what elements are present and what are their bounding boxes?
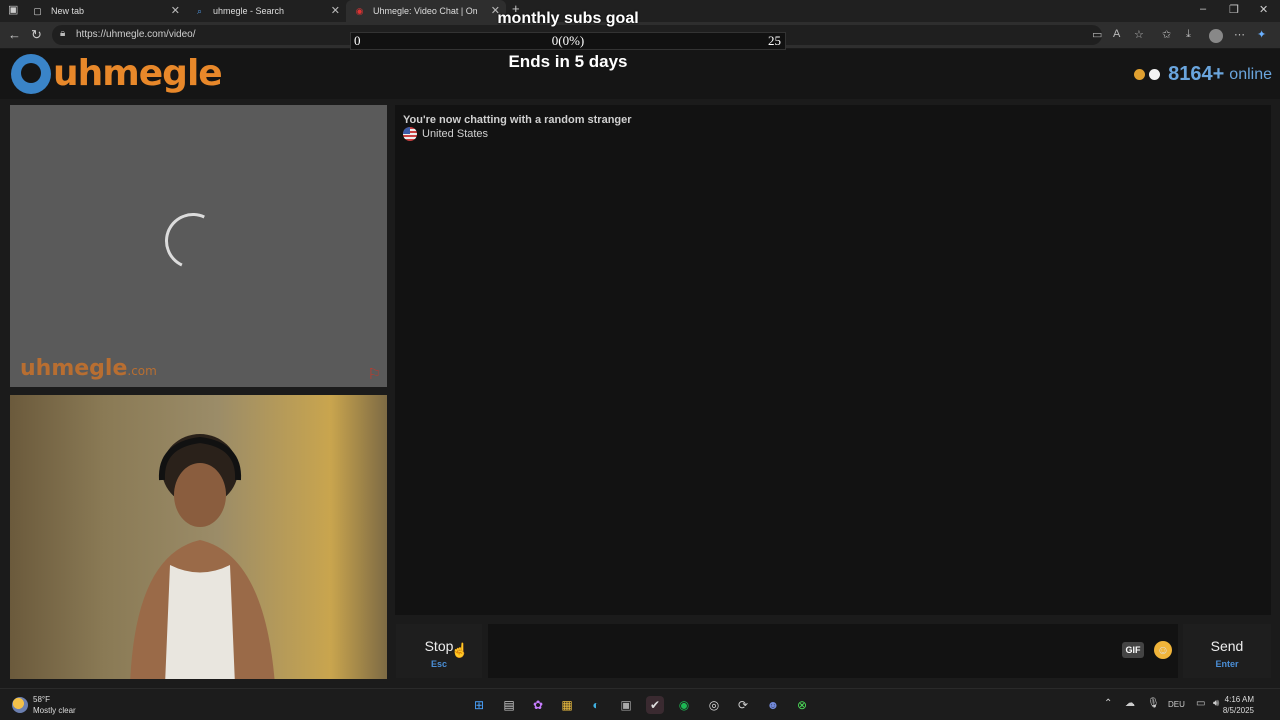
gif-button[interactable]: GIF	[1122, 642, 1144, 658]
tab-title: New tab	[51, 6, 85, 16]
send-shortcut: Enter	[1215, 659, 1239, 669]
stranger-country: United States	[403, 127, 488, 141]
obs-icon[interactable]: ◎	[705, 696, 723, 714]
spotify-icon[interactable]: ◉	[675, 696, 693, 714]
country-name: United States	[422, 128, 489, 140]
online-count: 8164+	[1168, 63, 1225, 85]
logo-icon	[11, 53, 51, 94]
stop-shortcut: Esc	[430, 659, 447, 669]
report-flag-icon[interactable]: ⚐	[368, 365, 381, 383]
tray-expand-icon[interactable]: ⌃	[1104, 698, 1112, 709]
recorder-icon[interactable]: ⟳	[734, 696, 752, 714]
tab-search[interactable]: ⌕ uhmegle - Search ✕	[186, 0, 346, 22]
stranger-video: uhmegle.com ⚐	[10, 105, 387, 387]
terminal-icon[interactable]: ▣	[617, 696, 635, 714]
streaming-app-icon[interactable]: ✔	[646, 696, 664, 714]
store-icon[interactable]: ▦	[558, 696, 576, 714]
clock-date: 8/5/2025	[1222, 706, 1254, 715]
start-icon[interactable]: ⊞	[470, 696, 488, 714]
send-button[interactable]: Send Enter	[1183, 624, 1271, 678]
copilot-icon[interactable]: ✦	[1257, 28, 1266, 41]
watermark-tld: .com	[127, 364, 157, 378]
profile-avatar[interactable]	[1209, 29, 1223, 43]
window-close-icon[interactable]: ✕	[1259, 3, 1268, 16]
message-input[interactable]: GIF ☺	[488, 624, 1178, 678]
stop-label: Stop	[424, 638, 454, 654]
tab-title: Uhmegle: Video Chat | Omeg	[373, 6, 477, 16]
xbox-icon[interactable]: ⊗	[793, 696, 811, 714]
subs-goal-min: 0	[354, 33, 361, 48]
send-label: Send	[1210, 638, 1244, 654]
system-clock[interactable]: 4:16 AM 8/5/2025	[1223, 694, 1254, 716]
tab-title: uhmegle - Search	[213, 6, 285, 16]
back-icon[interactable]: ←	[8, 27, 21, 42]
discord-icon[interactable]: ☻	[764, 696, 782, 714]
online-counter: 8164+ online	[1134, 63, 1272, 86]
emoji-icon[interactable]: ☺	[1154, 641, 1172, 659]
weather-widget[interactable]: 58°F Mostly clear	[12, 694, 76, 716]
tab-new-tab[interactable]: ▢ New tab ✕	[24, 0, 186, 22]
weather-icon	[12, 697, 28, 713]
subs-goal-ends: Ends in 5 days	[508, 52, 628, 71]
subs-goal-current: 0(0%)	[551, 33, 585, 48]
weather-text: 58°F Mostly clear	[33, 694, 76, 716]
us-flag-icon	[403, 127, 417, 141]
webcam-person-image	[130, 434, 275, 679]
video-watermark: uhmegle.com	[20, 356, 157, 381]
cloud-icon[interactable]: ☁	[1125, 698, 1135, 709]
microphone-icon[interactable]: 🎙︎	[1147, 698, 1160, 709]
volume-icon[interactable]: 🔊︎	[1213, 698, 1219, 709]
site-logo[interactable]: uhmegle	[11, 53, 223, 94]
edge-icon[interactable]: ◐	[587, 696, 605, 714]
restore-icon[interactable]: ❐	[1229, 3, 1239, 16]
search-icon: ⌕	[196, 5, 203, 16]
record-icon: ◉	[355, 5, 364, 16]
copilot-taskbar-icon[interactable]: ✿	[529, 696, 547, 714]
url-text: https://uhmegle.com/video/	[76, 29, 196, 40]
new-tab-icon: ▢	[33, 5, 42, 16]
more-menu-icon[interactable]: ⋯	[1234, 28, 1245, 41]
network-icon[interactable]: ▭	[1196, 698, 1205, 709]
subs-goal-max: 25	[768, 33, 781, 48]
favorites-icon[interactable]: ✩	[1162, 28, 1171, 41]
weather-temperature: 58°F	[33, 695, 50, 704]
watermark-main: uhmegle	[20, 356, 128, 381]
logo-text: uhmegle	[53, 53, 223, 94]
weather-condition: Mostly clear	[33, 706, 76, 715]
refresh-icon[interactable]: ↻	[31, 27, 42, 43]
task-view-icon[interactable]: ▤	[500, 696, 518, 714]
favorite-star-icon[interactable]: ☆	[1134, 28, 1144, 41]
loading-spinner-icon	[157, 205, 229, 277]
close-icon[interactable]: ✕	[331, 4, 340, 17]
clock-time: 4:16 AM	[1224, 695, 1254, 704]
hand-cursor-icon: ☝	[451, 642, 469, 658]
subs-goal-title: monthly subs goal	[497, 10, 639, 27]
stop-button[interactable]: Stop Esc	[396, 624, 482, 678]
camera-icon[interactable]: ▭	[1092, 28, 1102, 41]
minimize-icon[interactable]: –	[1200, 3, 1206, 15]
download-icon[interactable]: ⤓	[1186, 28, 1191, 41]
online-label: online	[1229, 65, 1272, 83]
theme-toggle-icon[interactable]	[1149, 69, 1161, 80]
close-icon[interactable]: ✕	[171, 4, 180, 17]
language-indicator[interactable]: DEU	[1168, 700, 1185, 709]
read-aloud-icon[interactable]: A	[1113, 28, 1120, 40]
tab-actions-icon[interactable]: ▣	[8, 3, 18, 16]
chat-log: You're now chatting with a random strang…	[395, 105, 1271, 615]
windows-taskbar: 58°F Mostly clear ⊞ ▤ ✿ ▦ ◐ ▣ ✔ ◉ ◎ ⟳ ☻ …	[0, 688, 1280, 720]
chat-status-message: You're now chatting with a random strang…	[403, 114, 632, 126]
self-video	[10, 395, 387, 679]
status-dot-icon	[1134, 69, 1146, 80]
lock-icon: 🔒︎	[60, 28, 66, 39]
